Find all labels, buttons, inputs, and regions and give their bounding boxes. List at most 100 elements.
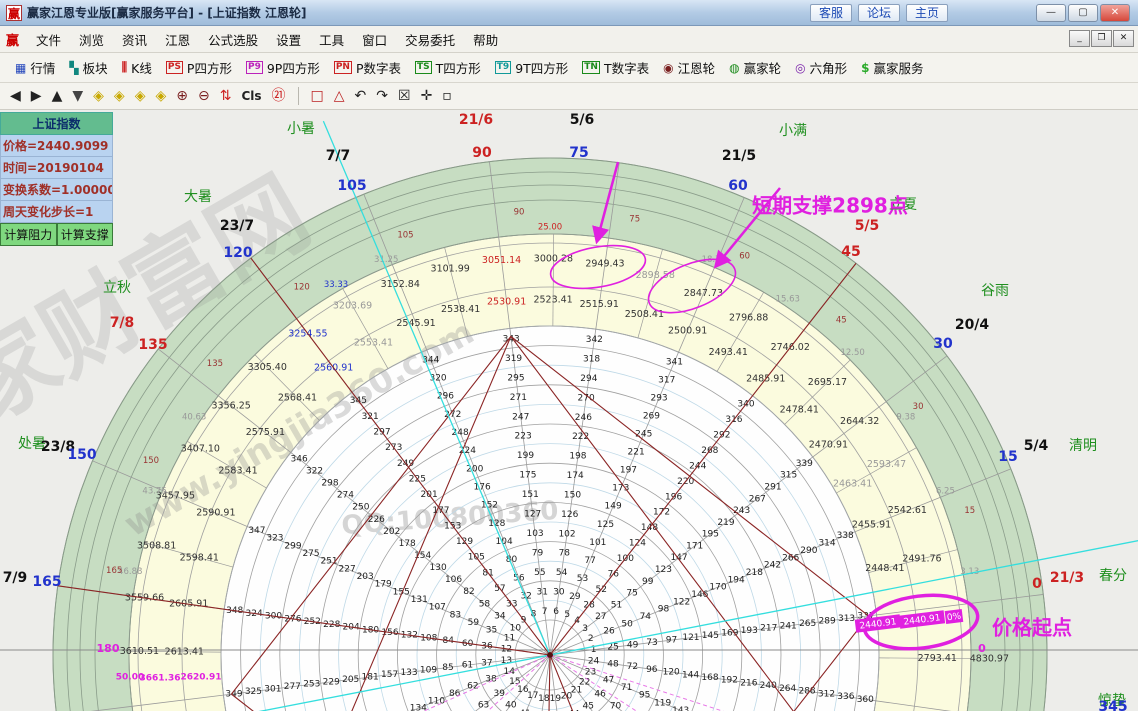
calendar-icon[interactable]: ㉑ — [272, 86, 286, 106]
toolbar-button-label: 行情 — [30, 58, 55, 77]
svg-text:2470.91: 2470.91 — [809, 440, 848, 451]
close-button[interactable]: ✕ — [1100, 4, 1130, 22]
arrow-up-icon[interactable]: ▲ — [52, 86, 63, 106]
window-title: 赢家江恩专业版[赢家服务平台] - [上证指数 江恩轮] — [27, 4, 306, 21]
arrow-down-icon[interactable]: ▼ — [72, 86, 83, 106]
toolbar-button-赢家轮[interactable]: ◍赢家轮 — [722, 55, 788, 80]
menu-item-交易委托[interactable]: 交易委托 — [396, 26, 464, 53]
toolbar-button-K线[interactable]: ⫼K线 — [115, 55, 159, 80]
menu-item-资讯[interactable]: 资讯 — [113, 26, 156, 53]
toolbar-button-六角形[interactable]: ◎六角形 — [788, 55, 854, 80]
conversion-factor-field[interactable]: 变换系数=1.00000 — [0, 179, 113, 201]
toolbar-button-label: T四方形 — [436, 58, 481, 77]
svg-text:46: 46 — [594, 690, 606, 700]
move-icon[interactable]: ✛ — [421, 86, 433, 106]
svg-text:75: 75 — [629, 215, 640, 225]
toolbar-button-江恩轮[interactable]: ◉江恩轮 — [656, 55, 722, 80]
toolbar-button-T四方形[interactable]: TST四方形 — [408, 55, 488, 80]
child-close-button[interactable]: ✕ — [1113, 30, 1134, 47]
svg-text:75: 75 — [626, 589, 637, 599]
delete-box-icon[interactable]: ☒ — [398, 86, 411, 106]
toolbar-button-板块[interactable]: ▚板块 — [62, 55, 114, 80]
svg-text:289: 289 — [819, 616, 836, 626]
svg-text:194: 194 — [728, 575, 745, 585]
menu-item-公式选股[interactable]: 公式选股 — [199, 26, 267, 53]
svg-text:2583.41: 2583.41 — [218, 466, 257, 477]
diamond-left-icon[interactable]: ◈ — [93, 86, 104, 106]
calc-resistance-button[interactable]: 计算阻力 — [0, 223, 57, 246]
svg-text:291: 291 — [764, 482, 781, 492]
svg-text:169: 169 — [721, 628, 738, 638]
svg-text:29: 29 — [569, 592, 581, 602]
svg-text:202: 202 — [383, 527, 400, 537]
child-minimize-button[interactable]: _ — [1069, 30, 1090, 47]
toolbar-button-label: 9T四方形 — [515, 58, 568, 77]
calc-support-button[interactable]: 计算支撑 — [57, 223, 114, 246]
rect-tool-icon[interactable]: □ — [311, 86, 324, 106]
menu-item-文件[interactable]: 文件 — [27, 26, 70, 53]
svg-text:122: 122 — [673, 597, 690, 607]
svg-text:2590.91: 2590.91 — [196, 508, 235, 519]
diamond-up-icon[interactable]: ◈ — [135, 86, 146, 106]
menu-item-窗口[interactable]: 窗口 — [353, 26, 396, 53]
rotate-cw-icon[interactable]: ↷ — [376, 86, 388, 106]
svg-text:63: 63 — [478, 701, 489, 711]
menu-item-帮助[interactable]: 帮助 — [464, 26, 507, 53]
arrow-right-icon[interactable]: ▶ — [31, 86, 42, 106]
toolbar-button-P数字表[interactable]: PNP数字表 — [327, 55, 408, 80]
zoom-in-icon[interactable]: ⊕ — [176, 86, 188, 106]
svg-text:24: 24 — [588, 657, 600, 667]
svg-text:301: 301 — [264, 685, 281, 695]
svg-text:150: 150 — [143, 456, 159, 466]
menu-item-浏览[interactable]: 浏览 — [70, 26, 113, 53]
svg-text:53: 53 — [577, 574, 588, 584]
svg-text:123: 123 — [655, 565, 672, 575]
svg-text:242: 242 — [764, 561, 781, 571]
svg-text:150: 150 — [564, 490, 581, 500]
title-bar: 赢 赢家江恩专业版[赢家服务平台] - [上证指数 江恩轮] 客服论坛主页 — … — [0, 0, 1138, 26]
svg-text:341: 341 — [666, 357, 683, 367]
menu-logo-icon: 赢 — [6, 30, 19, 49]
svg-text:102: 102 — [558, 529, 575, 539]
toolbar-button-赢家服务[interactable]: $赢家服务 — [854, 55, 930, 80]
menu-item-工具[interactable]: 工具 — [310, 26, 353, 53]
gann-wheel-icon: ◉ — [663, 61, 673, 75]
titlebar-button-主页[interactable]: 主页 — [906, 4, 948, 22]
diamond-down-icon[interactable]: ◈ — [155, 86, 166, 106]
svg-text:77: 77 — [584, 556, 595, 566]
triangle-tool-icon[interactable]: △ — [334, 86, 345, 106]
child-restore-button[interactable]: ❐ — [1091, 30, 1112, 47]
minimize-button[interactable]: — — [1036, 4, 1066, 22]
svg-text:2793.41: 2793.41 — [918, 653, 957, 664]
toolbar-button-9T四方形[interactable]: T99T四方形 — [488, 55, 576, 80]
svg-text:120: 120 — [663, 668, 680, 678]
maximize-button[interactable]: ▢ — [1068, 4, 1098, 22]
updown-icon[interactable]: ⇅ — [220, 86, 232, 106]
svg-text:241: 241 — [780, 621, 797, 631]
zoom-out-icon[interactable]: ⊖ — [198, 86, 210, 106]
toolbar-button-9P四方形[interactable]: P99P四方形 — [239, 55, 327, 80]
menu-item-江恩[interactable]: 江恩 — [156, 26, 199, 53]
toolbar-button-行情[interactable]: ▦行情 — [8, 55, 62, 80]
toolbar-button-T数字表[interactable]: TNT数字表 — [575, 55, 656, 80]
cls-button[interactable]: Cls — [241, 86, 261, 106]
svg-text:85: 85 — [442, 663, 453, 673]
svg-text:216: 216 — [740, 678, 757, 688]
titlebar-button-论坛[interactable]: 论坛 — [858, 4, 900, 22]
svg-text:2478.41: 2478.41 — [780, 405, 819, 416]
price-field[interactable]: 价格=2440.9099 — [0, 135, 113, 157]
toolbar-button-P四方形[interactable]: PSP四方形 — [159, 55, 239, 80]
step-field[interactable]: 周天变化步长=1 — [0, 201, 113, 223]
select-area-icon[interactable]: ▫ — [442, 86, 452, 106]
arrow-left-icon[interactable]: ◀ — [10, 86, 21, 106]
diamond-right-icon[interactable]: ◈ — [114, 86, 125, 106]
titlebar-button-客服[interactable]: 客服 — [810, 4, 852, 22]
svg-text:147: 147 — [670, 553, 687, 563]
svg-text:103: 103 — [526, 529, 543, 539]
rotate-ccw-icon[interactable]: ↶ — [355, 86, 367, 106]
svg-text:2613.41: 2613.41 — [165, 646, 204, 657]
svg-text:133: 133 — [400, 668, 417, 678]
svg-text:2448.41: 2448.41 — [865, 563, 904, 574]
time-field[interactable]: 时间=20190104 — [0, 157, 113, 179]
menu-item-设置[interactable]: 设置 — [267, 26, 310, 53]
